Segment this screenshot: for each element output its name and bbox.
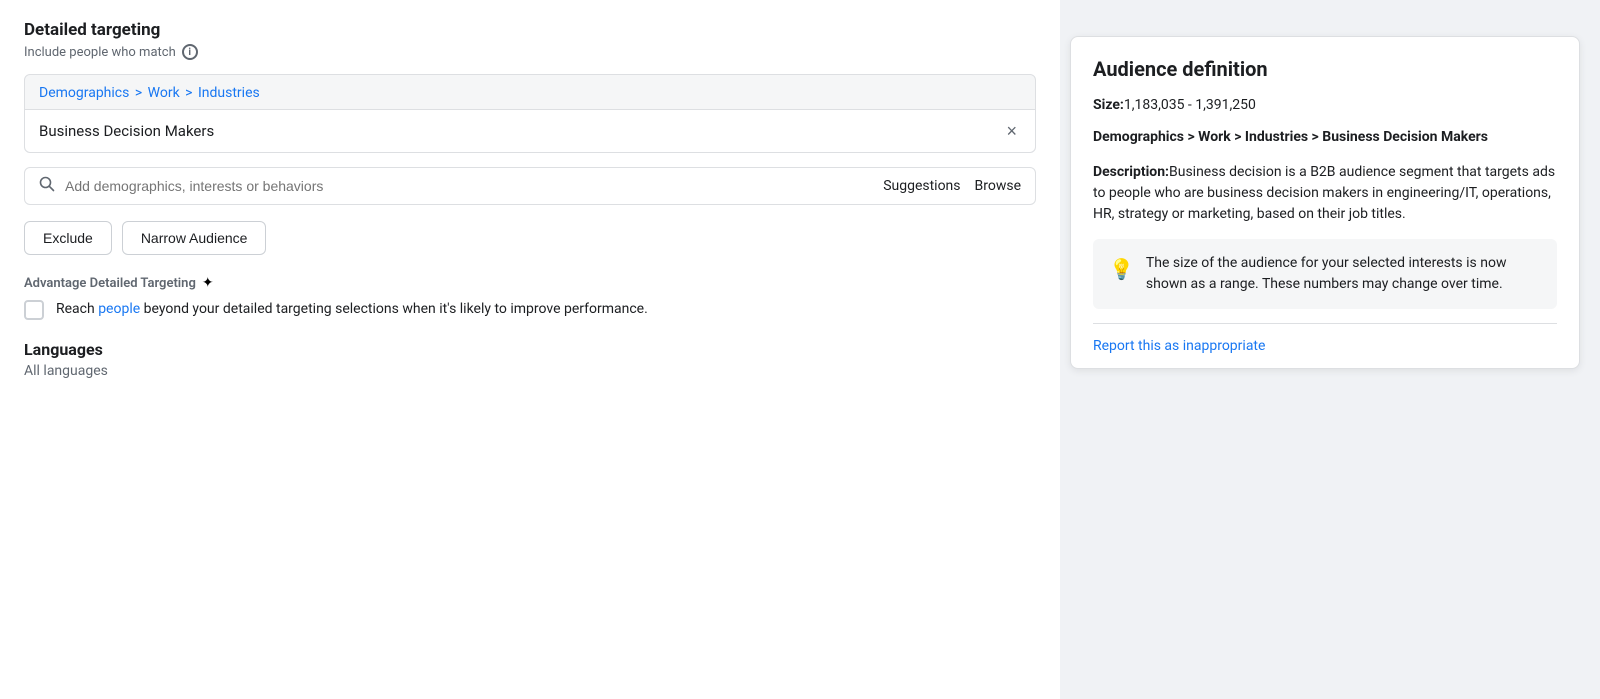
languages-title: Languages [24, 340, 1036, 359]
search-links: Suggestions Browse [883, 178, 1021, 194]
include-people-label: Include people who match [24, 45, 176, 60]
advantage-text-after: beyond your detailed targeting selection… [140, 301, 648, 317]
include-people-row: Include people who match i [24, 44, 1036, 60]
size-value: 1,183,035 - 1,391,250 [1124, 97, 1256, 113]
advantage-text-before: Reach [56, 301, 98, 317]
bulb-icon: 💡 [1109, 254, 1134, 284]
tag-label: Business Decision Makers [39, 122, 1002, 140]
audience-path: Demographics > Work > Industries > Busin… [1093, 127, 1557, 148]
breadcrumb-sep-1: > [131, 85, 145, 101]
desc-label: Description: [1093, 164, 1169, 180]
languages-value: All languages [24, 363, 1036, 379]
audience-def-title: Audience definition [1093, 57, 1557, 81]
left-panel: Detailed targeting Include people who ma… [0, 0, 1060, 699]
audience-definition-card: Audience definition Size:1,183,035 - 1,3… [1070, 36, 1580, 369]
path-text: Demographics > Work > Industries > Busin… [1093, 129, 1488, 145]
audience-desc: Description:Business decision is a B2B a… [1093, 162, 1557, 225]
search-input[interactable] [65, 178, 883, 194]
advantage-title: Advantage Detailed Targeting [24, 276, 196, 291]
advantage-body: Reach people beyond your detailed target… [24, 299, 1036, 320]
breadcrumb-bar: Demographics > Work > Industries [25, 75, 1035, 110]
tip-text: The size of the audience for your select… [1146, 253, 1541, 295]
buttons-row: Exclude Narrow Audience [24, 221, 1036, 255]
breadcrumb-demographics[interactable]: Demographics [39, 85, 129, 101]
narrow-audience-button[interactable]: Narrow Audience [122, 221, 267, 255]
search-icon [39, 176, 55, 196]
languages-section: Languages All languages [24, 340, 1036, 379]
info-icon[interactable]: i [182, 44, 198, 60]
advantage-text-highlight: people [98, 301, 140, 317]
browse-link[interactable]: Browse [975, 178, 1021, 194]
advantage-checkbox[interactable] [24, 300, 44, 320]
audience-tip: 💡 The size of the audience for your sele… [1093, 239, 1557, 309]
targeting-box: Demographics > Work > Industries Busines… [24, 74, 1036, 153]
search-bar: Suggestions Browse [24, 167, 1036, 205]
breadcrumb-work[interactable]: Work [148, 85, 180, 101]
report-inappropriate-link[interactable]: Report this as inappropriate [1093, 323, 1557, 368]
tag-remove-button[interactable]: × [1002, 120, 1021, 142]
sparkle-icon: ✦ [202, 275, 214, 291]
advantage-section: Advantage Detailed Targeting ✦ Reach peo… [24, 275, 1036, 320]
audience-size-row: Size:1,183,035 - 1,391,250 [1093, 97, 1557, 113]
breadcrumb-sep-2: > [182, 85, 196, 101]
advantage-text: Reach people beyond your detailed target… [56, 299, 648, 320]
breadcrumb-industries[interactable]: Industries [198, 85, 260, 101]
exclude-button[interactable]: Exclude [24, 221, 112, 255]
size-label: Size: [1093, 97, 1124, 113]
suggestions-link[interactable]: Suggestions [883, 178, 960, 194]
right-panel: Audience definition Size:1,183,035 - 1,3… [1060, 0, 1600, 699]
tag-row: Business Decision Makers × [25, 110, 1035, 152]
advantage-title-row: Advantage Detailed Targeting ✦ [24, 275, 1036, 291]
detailed-targeting-title: Detailed targeting [24, 20, 1036, 40]
